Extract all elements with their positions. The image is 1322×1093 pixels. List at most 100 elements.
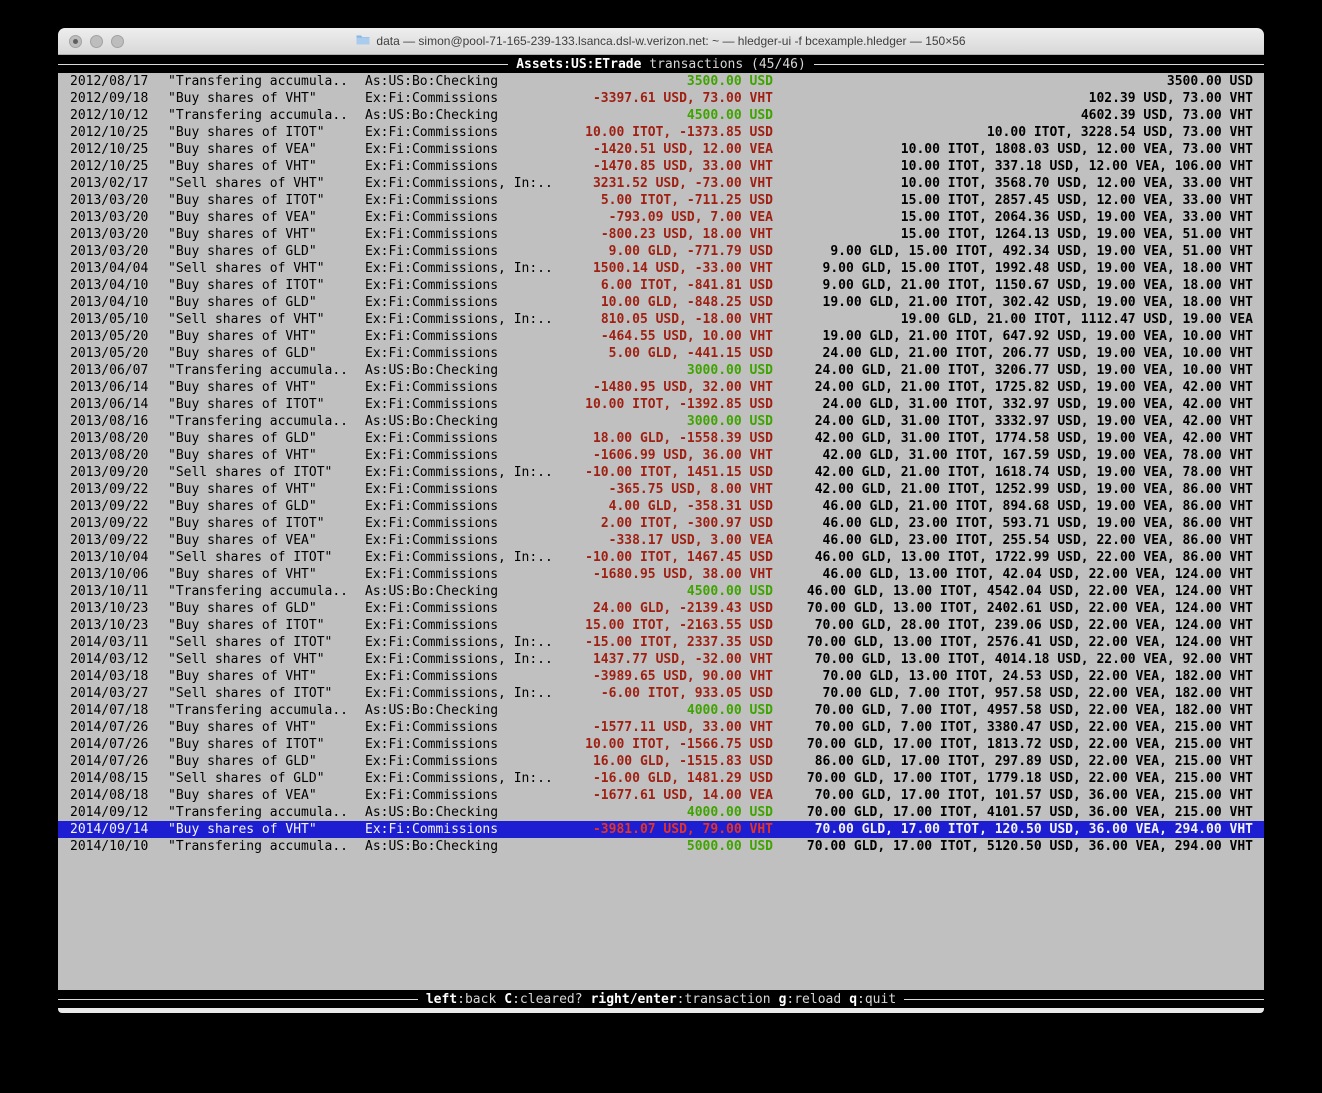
- transaction-row[interactable]: 2013/05/20 "Buy shares of GLD" Ex:Fi:Com…: [58, 345, 1264, 362]
- transaction-accounts: Ex:Fi:Commissions: [365, 379, 498, 396]
- transaction-row[interactable]: 2013/03/20 "Buy shares of VHT" Ex:Fi:Com…: [58, 226, 1264, 243]
- transaction-row[interactable]: 2013/10/23 "Buy shares of ITOT" Ex:Fi:Co…: [58, 617, 1264, 634]
- transaction-description: "Buy shares of VHT": [168, 328, 317, 345]
- transaction-row[interactable]: 2013/08/20 "Buy shares of GLD" Ex:Fi:Com…: [58, 430, 1264, 447]
- transaction-description: "Transfering accumula..: [168, 413, 348, 430]
- transaction-row[interactable]: 2014/08/18 "Buy shares of VEA" Ex:Fi:Com…: [58, 787, 1264, 804]
- transaction-date: 2013/09/22: [70, 515, 148, 532]
- transaction-row[interactable]: 2013/09/20 "Sell shares of ITOT" Ex:Fi:C…: [58, 464, 1264, 481]
- transaction-row[interactable]: 2013/04/10 "Buy shares of ITOT" Ex:Fi:Co…: [58, 277, 1264, 294]
- transaction-description: "Buy shares of VHT": [168, 90, 317, 107]
- transaction-row[interactable]: 2013/06/14 "Buy shares of ITOT" Ex:Fi:Co…: [58, 396, 1264, 413]
- transaction-balance: 70.00 GLD, 17.00 ITOT, 1779.18 USD, 22.0…: [807, 770, 1253, 787]
- minimize-button-icon[interactable]: [90, 35, 103, 48]
- transaction-row[interactable]: 2013/02/17 "Sell shares of VHT" Ex:Fi:Co…: [58, 175, 1264, 192]
- transaction-row[interactable]: 2014/03/18 "Buy shares of VHT" Ex:Fi:Com…: [58, 668, 1264, 685]
- transaction-row[interactable]: 2013/05/20 "Buy shares of VHT" Ex:Fi:Com…: [58, 328, 1264, 345]
- transaction-row[interactable]: 2013/06/07 "Transfering accumula.. As:US…: [58, 362, 1264, 379]
- transaction-row[interactable]: 2012/10/25 "Buy shares of VHT" Ex:Fi:Com…: [58, 158, 1264, 175]
- transaction-accounts: Ex:Fi:Commissions: [365, 396, 498, 413]
- transaction-row[interactable]: 2012/08/17 "Transfering accumula.. As:US…: [58, 73, 1264, 90]
- transaction-date: 2014/03/18: [70, 668, 148, 685]
- transaction-date: 2013/08/20: [70, 447, 148, 464]
- transaction-row[interactable]: 2012/10/25 "Buy shares of VEA" Ex:Fi:Com…: [58, 141, 1264, 158]
- transaction-amount: -1677.61 USD, 14.00 VEA: [593, 787, 773, 804]
- transaction-row[interactable]: 2013/06/14 "Buy shares of VHT" Ex:Fi:Com…: [58, 379, 1264, 396]
- transaction-row[interactable]: 2013/10/04 "Sell shares of ITOT" Ex:Fi:C…: [58, 549, 1264, 566]
- transaction-balance: 15.00 ITOT, 2857.45 USD, 12.00 VEA, 33.0…: [901, 192, 1253, 209]
- folder-icon[interactable]: [356, 34, 370, 48]
- transaction-balance: 42.00 GLD, 21.00 ITOT, 1252.99 USD, 19.0…: [815, 481, 1253, 498]
- transaction-description: "Buy shares of ITOT": [168, 277, 325, 294]
- transaction-accounts: As:US:Bo:Checking: [365, 73, 498, 90]
- transaction-row[interactable]: 2013/03/20 "Buy shares of VEA" Ex:Fi:Com…: [58, 209, 1264, 226]
- transaction-row[interactable]: 2013/04/04 "Sell shares of VHT" Ex:Fi:Co…: [58, 260, 1264, 277]
- transaction-date: 2012/10/25: [70, 158, 148, 175]
- transaction-row[interactable]: 2013/10/06 "Buy shares of VHT" Ex:Fi:Com…: [58, 566, 1264, 583]
- transaction-balance: 10.00 ITOT, 1808.03 USD, 12.00 VEA, 73.0…: [901, 141, 1253, 158]
- transaction-date: 2013/05/20: [70, 328, 148, 345]
- transaction-row[interactable]: 2012/10/25 "Buy shares of ITOT" Ex:Fi:Co…: [58, 124, 1264, 141]
- transaction-row[interactable]: 2013/10/11 "Transfering accumula.. As:US…: [58, 583, 1264, 600]
- transaction-row[interactable]: 2014/08/15 "Sell shares of GLD" Ex:Fi:Co…: [58, 770, 1264, 787]
- transaction-row[interactable]: 2013/10/23 "Buy shares of GLD" Ex:Fi:Com…: [58, 600, 1264, 617]
- transaction-row[interactable]: 2014/07/26 "Buy shares of VHT" Ex:Fi:Com…: [58, 719, 1264, 736]
- transaction-row[interactable]: 2013/05/10 "Sell shares of VHT" Ex:Fi:Co…: [58, 311, 1264, 328]
- transaction-amount: 1500.14 USD, -33.00 VHT: [593, 260, 773, 277]
- transaction-accounts: Ex:Fi:Commissions: [365, 600, 498, 617]
- header-suffix: transactions (45/46): [641, 56, 805, 73]
- transaction-row[interactable]: 2014/09/12 "Transfering accumula.. As:US…: [58, 804, 1264, 821]
- transaction-row[interactable]: 2013/09/22 "Buy shares of VEA" Ex:Fi:Com…: [58, 532, 1264, 549]
- transaction-row[interactable]: 2014/03/27 "Sell shares of ITOT" Ex:Fi:C…: [58, 685, 1264, 702]
- transaction-balance: 19.00 GLD, 21.00 ITOT, 647.92 USD, 19.00…: [823, 328, 1253, 345]
- transaction-amount: 4500.00 USD: [687, 107, 773, 124]
- help-item: C:cleared?: [504, 991, 582, 1008]
- transaction-accounts: Ex:Fi:Commissions: [365, 294, 498, 311]
- transaction-row[interactable]: 2013/09/22 "Buy shares of VHT" Ex:Fi:Com…: [58, 481, 1264, 498]
- transaction-amount: 2.00 ITOT, -300.97 USD: [601, 515, 773, 532]
- transaction-balance: 70.00 GLD, 17.00 ITOT, 120.50 USD, 36.00…: [815, 821, 1253, 838]
- close-button-icon[interactable]: [69, 35, 82, 48]
- zoom-button-icon[interactable]: [111, 35, 124, 48]
- transaction-row[interactable]: 2013/08/20 "Buy shares of VHT" Ex:Fi:Com…: [58, 447, 1264, 464]
- transaction-amount: -6.00 ITOT, 933.05 USD: [601, 685, 773, 702]
- transaction-row[interactable]: 2013/03/20 "Buy shares of GLD" Ex:Fi:Com…: [58, 243, 1264, 260]
- transaction-accounts: Ex:Fi:Commissions: [365, 141, 498, 158]
- transaction-row[interactable]: 2013/04/10 "Buy shares of GLD" Ex:Fi:Com…: [58, 294, 1264, 311]
- transaction-balance: 102.39 USD, 73.00 VHT: [1089, 90, 1253, 107]
- transaction-row[interactable]: 2014/09/14 "Buy shares of VHT" Ex:Fi:Com…: [58, 821, 1264, 838]
- transaction-date: 2014/07/18: [70, 702, 148, 719]
- transaction-accounts: As:US:Bo:Checking: [365, 413, 498, 430]
- transaction-accounts: Ex:Fi:Commissions: [365, 566, 498, 583]
- transaction-description: "Sell shares of ITOT": [168, 464, 332, 481]
- transaction-row[interactable]: 2014/07/26 "Buy shares of ITOT" Ex:Fi:Co…: [58, 736, 1264, 753]
- transaction-balance: 24.00 GLD, 31.00 ITOT, 332.97 USD, 19.00…: [823, 396, 1253, 413]
- transaction-row[interactable]: 2013/03/20 "Buy shares of ITOT" Ex:Fi:Co…: [58, 192, 1264, 209]
- transaction-row[interactable]: 2014/07/26 "Buy shares of GLD" Ex:Fi:Com…: [58, 753, 1264, 770]
- transaction-row[interactable]: 2013/08/16 "Transfering accumula.. As:US…: [58, 413, 1264, 430]
- transaction-row[interactable]: 2014/03/11 "Sell shares of ITOT" Ex:Fi:C…: [58, 634, 1264, 651]
- transaction-balance: 86.00 GLD, 17.00 ITOT, 297.89 USD, 22.00…: [815, 753, 1253, 770]
- transaction-row[interactable]: 2014/07/18 "Transfering accumula.. As:US…: [58, 702, 1264, 719]
- transaction-row[interactable]: 2012/10/12 "Transfering accumula.. As:US…: [58, 107, 1264, 124]
- terminal-screen: Assets:US:ETrade transactions (45/46) 20…: [58, 55, 1264, 1008]
- transaction-date: 2012/08/17: [70, 73, 148, 90]
- transaction-description: "Transfering accumula..: [168, 73, 348, 90]
- transaction-description: "Buy shares of GLD": [168, 498, 317, 515]
- transaction-row[interactable]: 2012/09/18 "Buy shares of VHT" Ex:Fi:Com…: [58, 90, 1264, 107]
- transaction-amount: 10.00 ITOT, -1373.85 USD: [585, 124, 773, 141]
- transaction-date: 2012/10/25: [70, 124, 148, 141]
- transaction-date: 2014/08/15: [70, 770, 148, 787]
- header-account-name: Assets:US:ETrade: [516, 56, 641, 73]
- transaction-accounts: Ex:Fi:Commissions: [365, 532, 498, 549]
- transaction-row[interactable]: 2014/03/12 "Sell shares of VHT" Ex:Fi:Co…: [58, 651, 1264, 668]
- transactions-list: 2012/08/17 "Transfering accumula.. As:US…: [58, 73, 1264, 855]
- transaction-date: 2013/09/20: [70, 464, 148, 481]
- transaction-description: "Buy shares of ITOT": [168, 736, 325, 753]
- transaction-row[interactable]: 2013/09/22 "Buy shares of ITOT" Ex:Fi:Co…: [58, 515, 1264, 532]
- transaction-date: 2013/10/11: [70, 583, 148, 600]
- transaction-accounts: Ex:Fi:Commissions: [365, 447, 498, 464]
- transaction-row[interactable]: 2013/09/22 "Buy shares of GLD" Ex:Fi:Com…: [58, 498, 1264, 515]
- transaction-row[interactable]: 2014/10/10 "Transfering accumula.. As:US…: [58, 838, 1264, 855]
- transaction-balance: 46.00 GLD, 13.00 ITOT, 4542.04 USD, 22.0…: [807, 583, 1253, 600]
